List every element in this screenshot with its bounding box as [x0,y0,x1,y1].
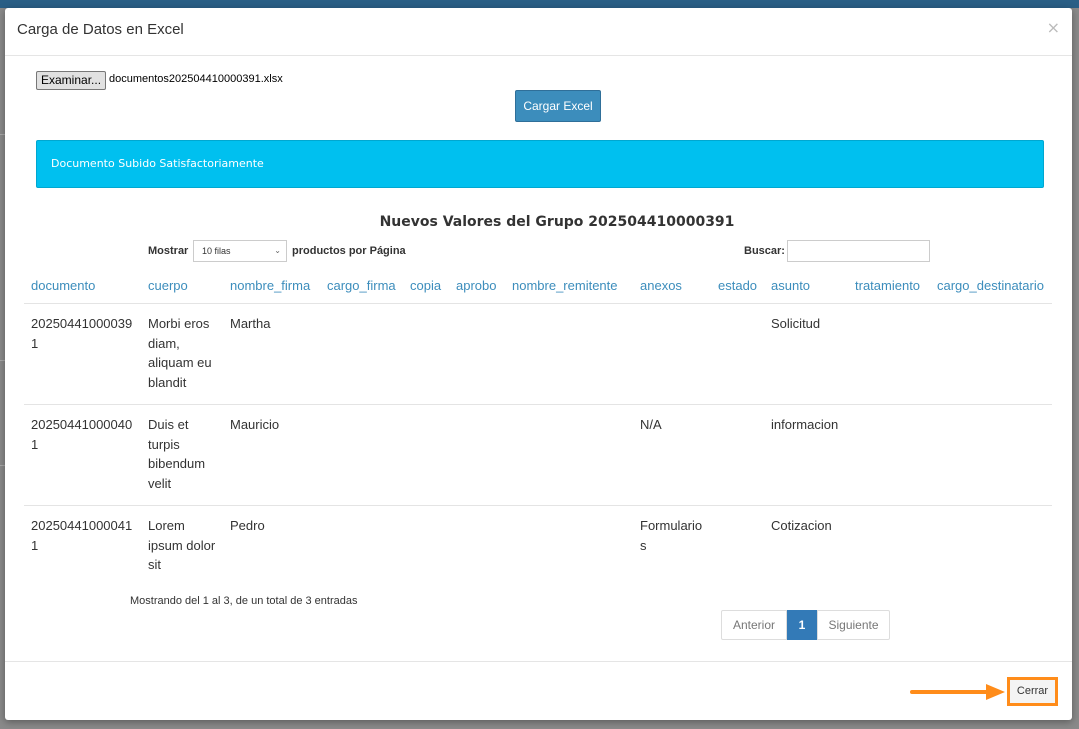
column-header-cargo-firma[interactable]: cargo_firma [320,270,403,304]
cell-cargo-destinatario [930,506,1052,587]
cell-cargo-firma [320,506,403,587]
cell-tratamiento [848,506,930,587]
search-label: Buscar: [744,245,785,257]
cell-cuerpo: Lorem ipsum dolor sit [148,518,216,572]
pagination-page-1[interactable]: 1 [787,610,817,640]
close-icon[interactable]: × [1047,18,1060,37]
cell-documento: 202504410000401 [24,404,141,506]
cell-cuerpo: Duis et turpis bibendum velit [141,404,223,506]
data-table: documento cuerpo nombre_firma cargo_firm… [24,270,1052,587]
pagination-next[interactable]: Siguiente [817,610,890,640]
cell-cargo-firma [320,404,403,506]
cell-cargo-firma [320,303,403,405]
cell-asunto: Cotizacion [771,518,832,533]
column-header-aprobo[interactable]: aprobo [449,270,505,304]
close-dialog-button[interactable]: Cerrar [1007,677,1058,706]
cell-aprobo [449,506,505,587]
cell-anexos [628,303,711,405]
cell-cargo-destinatario [930,303,1052,405]
pagination-previous[interactable]: Anterior [721,610,787,640]
cell-anexos: Formularios [640,518,703,553]
table-header-row: documento cuerpo nombre_firma cargo_firm… [24,270,1052,304]
table-row: 202504410000401 Duis et turpis bibendum … [24,404,1052,506]
column-header-documento[interactable]: documento [24,270,141,304]
table-row: 202504410000391 Morbi eros diam, aliquam… [24,303,1052,405]
browse-file-button[interactable]: Examinar... [36,71,107,90]
search-input[interactable] [787,240,930,262]
cell-nombre-remitente [505,303,628,405]
cell-asunto: Solicitud [764,303,848,405]
chevron-down-icon: ⌄ [274,246,281,255]
pagination: Anterior 1 Siguiente [721,610,890,640]
cell-cuerpo: Morbi eros diam, aliquam eu blandit [141,303,223,405]
page-length-suffix: productos por Página [292,245,406,257]
cell-nombre-firma: Pedro [230,518,265,533]
cell-cargo-destinatario [930,404,1052,506]
page-length-value: 10 filas [202,246,231,256]
cell-nombre-firma: Mauricio [223,404,320,506]
cell-tratamiento [848,404,930,506]
page-length-select[interactable]: 10 filas ⌄ [193,240,287,262]
cell-aprobo [449,404,505,506]
upload-excel-button[interactable]: Cargar Excel [515,90,601,122]
column-header-anexos[interactable]: anexos [628,270,711,304]
column-header-copia[interactable]: copia [403,270,449,304]
dialog-header: Carga de Datos en Excel × [5,8,1072,56]
cell-asunto: informacion [764,404,848,506]
column-header-tratamiento[interactable]: tratamiento [848,270,930,304]
cell-nombre-remitente [505,404,628,506]
cell-documento: 202504410000391 [24,303,141,405]
selected-file-name: documentos202504410000391.xlsx [109,73,283,85]
table-info: Mostrando del 1 al 3, de un total de 3 e… [130,595,358,607]
cell-aprobo [449,303,505,405]
column-header-nombre-remitente[interactable]: nombre_remitente [505,270,628,304]
column-header-cargo-destinatario[interactable]: cargo_destinatario [930,270,1052,304]
excel-upload-dialog: Carga de Datos en Excel × Examinar... do… [5,8,1072,720]
page-length-label: Mostrar [148,245,189,257]
arrow-right-icon [910,684,1005,700]
column-header-nombre-firma[interactable]: nombre_firma [223,270,320,304]
cell-copia [403,506,449,587]
cell-copia [403,303,449,405]
cell-copia [403,404,449,506]
cell-estado [711,303,764,405]
cell-estado [711,506,764,587]
cell-documento: 202504410000411 [31,518,133,553]
cell-nombre-firma: Martha [223,303,320,405]
cell-estado [711,404,764,506]
column-header-asunto[interactable]: asunto [764,270,848,304]
table-row: 202504410000411 Lorem ipsum dolor sit Pe… [24,506,1052,587]
table-title: Nuevos Valores del Grupo 202504410000391 [379,214,735,230]
column-header-cuerpo[interactable]: cuerpo [141,270,223,304]
background-app-bar [0,0,1079,8]
dialog-title: Carga de Datos en Excel [17,21,184,38]
success-alert: Documento Subido Satisfactoriamente [36,140,1044,188]
column-header-estado[interactable]: estado [711,270,764,304]
cell-anexos: N/A [628,404,711,506]
cell-tratamiento [848,303,930,405]
cell-nombre-remitente [505,506,628,587]
